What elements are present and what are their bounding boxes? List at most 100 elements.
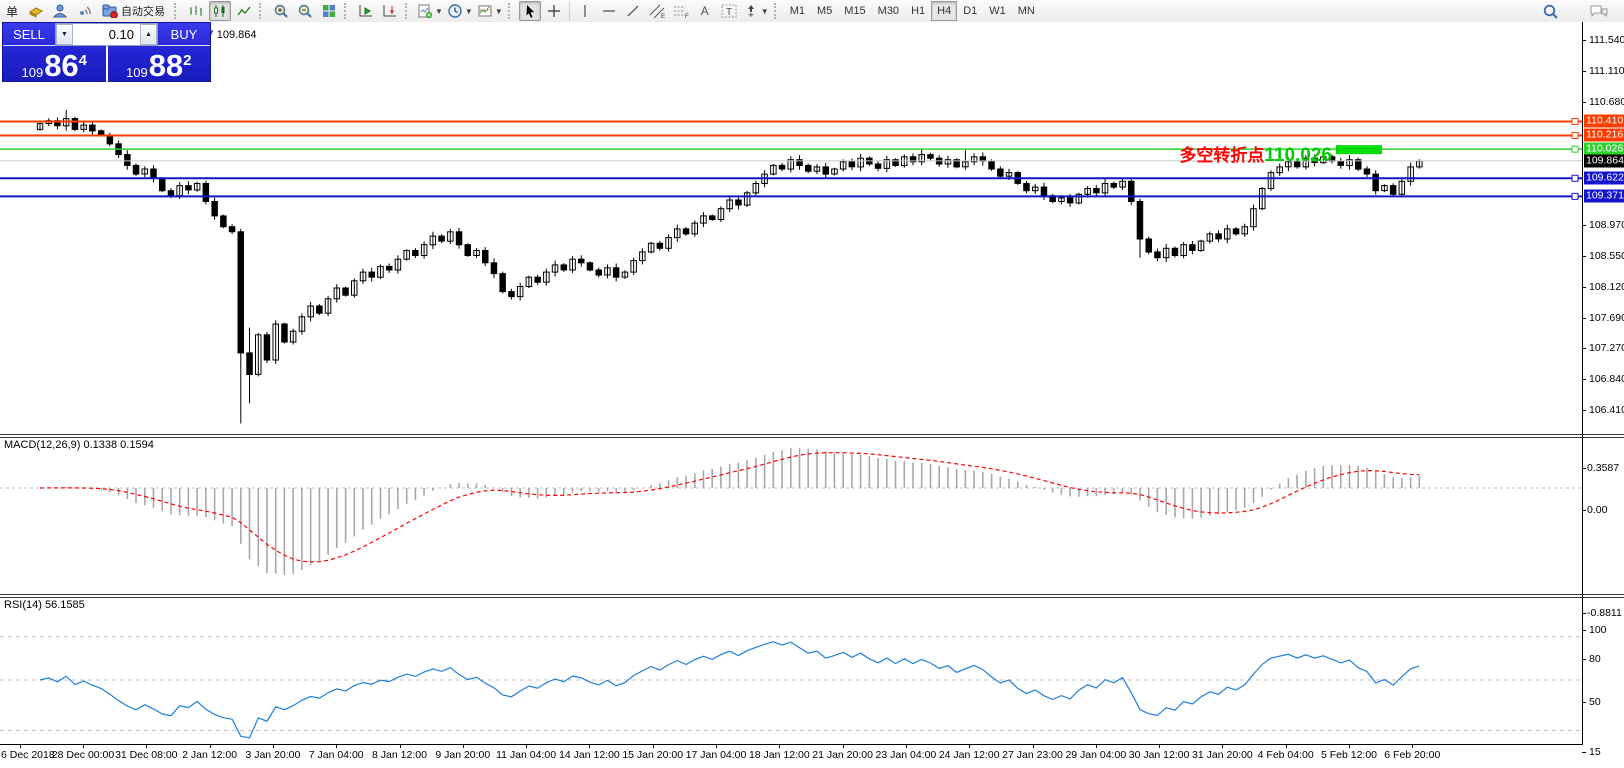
line-anchor[interactable]	[1572, 193, 1578, 199]
chart-shift-icon[interactable]	[379, 1, 401, 21]
macd-axis-label: 0.3587	[1587, 462, 1619, 474]
new-chart-icon[interactable]: ▼	[416, 1, 444, 21]
highlight-box[interactable]	[1336, 145, 1382, 154]
toolbar-grip	[508, 3, 515, 19]
community-icon[interactable]	[49, 1, 71, 21]
chevron-down-icon: ▼	[761, 7, 769, 16]
volume-increase-button[interactable]: ▲	[140, 24, 157, 45]
buy-price-pips: 88	[149, 52, 183, 80]
text-icon[interactable]: A	[694, 1, 716, 21]
cursor-icon[interactable]	[519, 1, 541, 21]
search-icon[interactable]	[1539, 1, 1561, 21]
metaeditor-icon[interactable]	[25, 1, 47, 21]
time-tick	[526, 744, 527, 748]
signals-icon[interactable]	[73, 1, 95, 21]
tab-timeframe-MN[interactable]: MN	[1012, 1, 1041, 21]
tab-timeframe-M1[interactable]: M1	[784, 1, 811, 21]
panel-separator[interactable]	[0, 434, 1624, 438]
tab-timeframe-M30[interactable]: M30	[872, 1, 905, 21]
axis-tick	[1582, 510, 1586, 511]
time-label: 5 Feb 12:00	[1321, 749, 1377, 761]
trendline-icon[interactable]	[622, 1, 644, 21]
axis-tick	[1582, 702, 1586, 703]
toolbar-grip	[174, 3, 181, 19]
axis-tick-label: 108.550	[1589, 250, 1624, 262]
time-tick	[146, 744, 147, 748]
axis-tick	[1582, 348, 1586, 349]
tab-timeframe-D1[interactable]: D1	[957, 1, 983, 21]
autotrading-button[interactable]: 自动交易	[97, 1, 170, 21]
tab-timeframe-W1[interactable]: W1	[983, 1, 1012, 21]
candlestick-icon[interactable]	[209, 1, 231, 21]
time-label: 15 Jan 20:00	[622, 749, 683, 761]
one-click-trading-panel: SELL ▼ ▲ BUY 109864 109882	[2, 22, 211, 82]
candlestick-chart[interactable]	[0, 22, 1624, 768]
periods-icon[interactable]: ▼	[446, 1, 474, 21]
time-label: 23 Jan 04:00	[876, 749, 937, 761]
axis-tick-label: 107.270	[1589, 342, 1624, 354]
buy-price[interactable]: 109882	[108, 46, 211, 82]
rsi-axis-label: 100	[1589, 624, 1607, 636]
tab-timeframe-M5[interactable]: M5	[811, 1, 838, 21]
rsi-axis-label: 50	[1589, 696, 1601, 708]
time-tick	[1033, 744, 1034, 748]
zoom-out-icon[interactable]	[294, 1, 316, 21]
sell-price[interactable]: 109864	[3, 46, 106, 82]
axis-tick	[1582, 256, 1586, 257]
tab-timeframe-H1[interactable]: H1	[905, 1, 931, 21]
templates-icon[interactable]: ▼	[476, 1, 504, 21]
fibonacci-icon[interactable]: F	[670, 1, 692, 21]
axis-tick	[1582, 318, 1586, 319]
line-anchor[interactable]	[1572, 146, 1578, 152]
annotation-value: 110.026	[1264, 145, 1332, 166]
time-label: 21 Jan 20:00	[812, 749, 873, 761]
time-label: 14 Jan 12:00	[559, 749, 620, 761]
line-anchor[interactable]	[1572, 132, 1578, 138]
axis-tick	[1582, 379, 1586, 380]
price-axis-line	[1582, 22, 1583, 745]
volume-input[interactable]	[73, 24, 140, 45]
zoom-in-icon[interactable]	[270, 1, 292, 21]
axis-tick	[1582, 225, 1586, 226]
time-tick	[906, 744, 907, 748]
buy-button[interactable]: BUY	[158, 23, 210, 46]
time-axis-line	[0, 744, 1582, 745]
volume-decrease-button[interactable]: ▼	[56, 24, 73, 45]
time-tick	[969, 744, 970, 748]
svg-text:F: F	[685, 14, 689, 19]
autotrading-label: 自动交易	[121, 3, 165, 19]
tile-windows-icon[interactable]	[318, 1, 340, 21]
arrows-icon[interactable]: ▼	[742, 1, 770, 21]
auto-scroll-icon[interactable]	[355, 1, 377, 21]
macd-histogram	[40, 448, 1419, 575]
axis-tick-label: 111.110	[1589, 65, 1624, 77]
tab-timeframe-M15[interactable]: M15	[838, 1, 871, 21]
time-tick	[336, 744, 337, 748]
axis-tick-label: 106.410	[1589, 404, 1624, 416]
chat-icon[interactable]	[1588, 1, 1610, 21]
vertical-line-icon[interactable]	[574, 1, 596, 21]
axis-tick	[1582, 630, 1586, 631]
time-tick	[779, 744, 780, 748]
time-tick	[589, 744, 590, 748]
crosshair-icon[interactable]	[543, 1, 565, 21]
equidistant-channel-icon[interactable]: E	[646, 1, 668, 21]
horizontal-line-icon[interactable]	[598, 1, 620, 21]
toolbar-grip	[259, 3, 266, 19]
tab-timeframe-H4[interactable]: H4	[931, 1, 957, 21]
volume-stepper: ▼ ▲	[55, 23, 158, 46]
sell-button[interactable]: SELL	[3, 23, 55, 46]
time-label: 27 Jan 23:00	[1002, 749, 1063, 761]
new-order-button[interactable]: 单	[1, 1, 23, 21]
axis-tick-label: 108.120	[1589, 281, 1624, 293]
line-chart-icon[interactable]	[233, 1, 255, 21]
text-label-icon[interactable]: T	[718, 1, 740, 21]
bar-chart-icon[interactable]	[185, 1, 207, 21]
time-label: 17 Jan 04:00	[686, 749, 747, 761]
line-anchor[interactable]	[1572, 118, 1578, 124]
time-label: 7 Jan 04:00	[309, 749, 364, 761]
buy-price-base: 109	[126, 65, 148, 80]
line-anchor[interactable]	[1572, 175, 1578, 181]
panel-separator[interactable]	[0, 594, 1624, 598]
mt4-window: 单 自动交易	[0, 0, 1624, 768]
